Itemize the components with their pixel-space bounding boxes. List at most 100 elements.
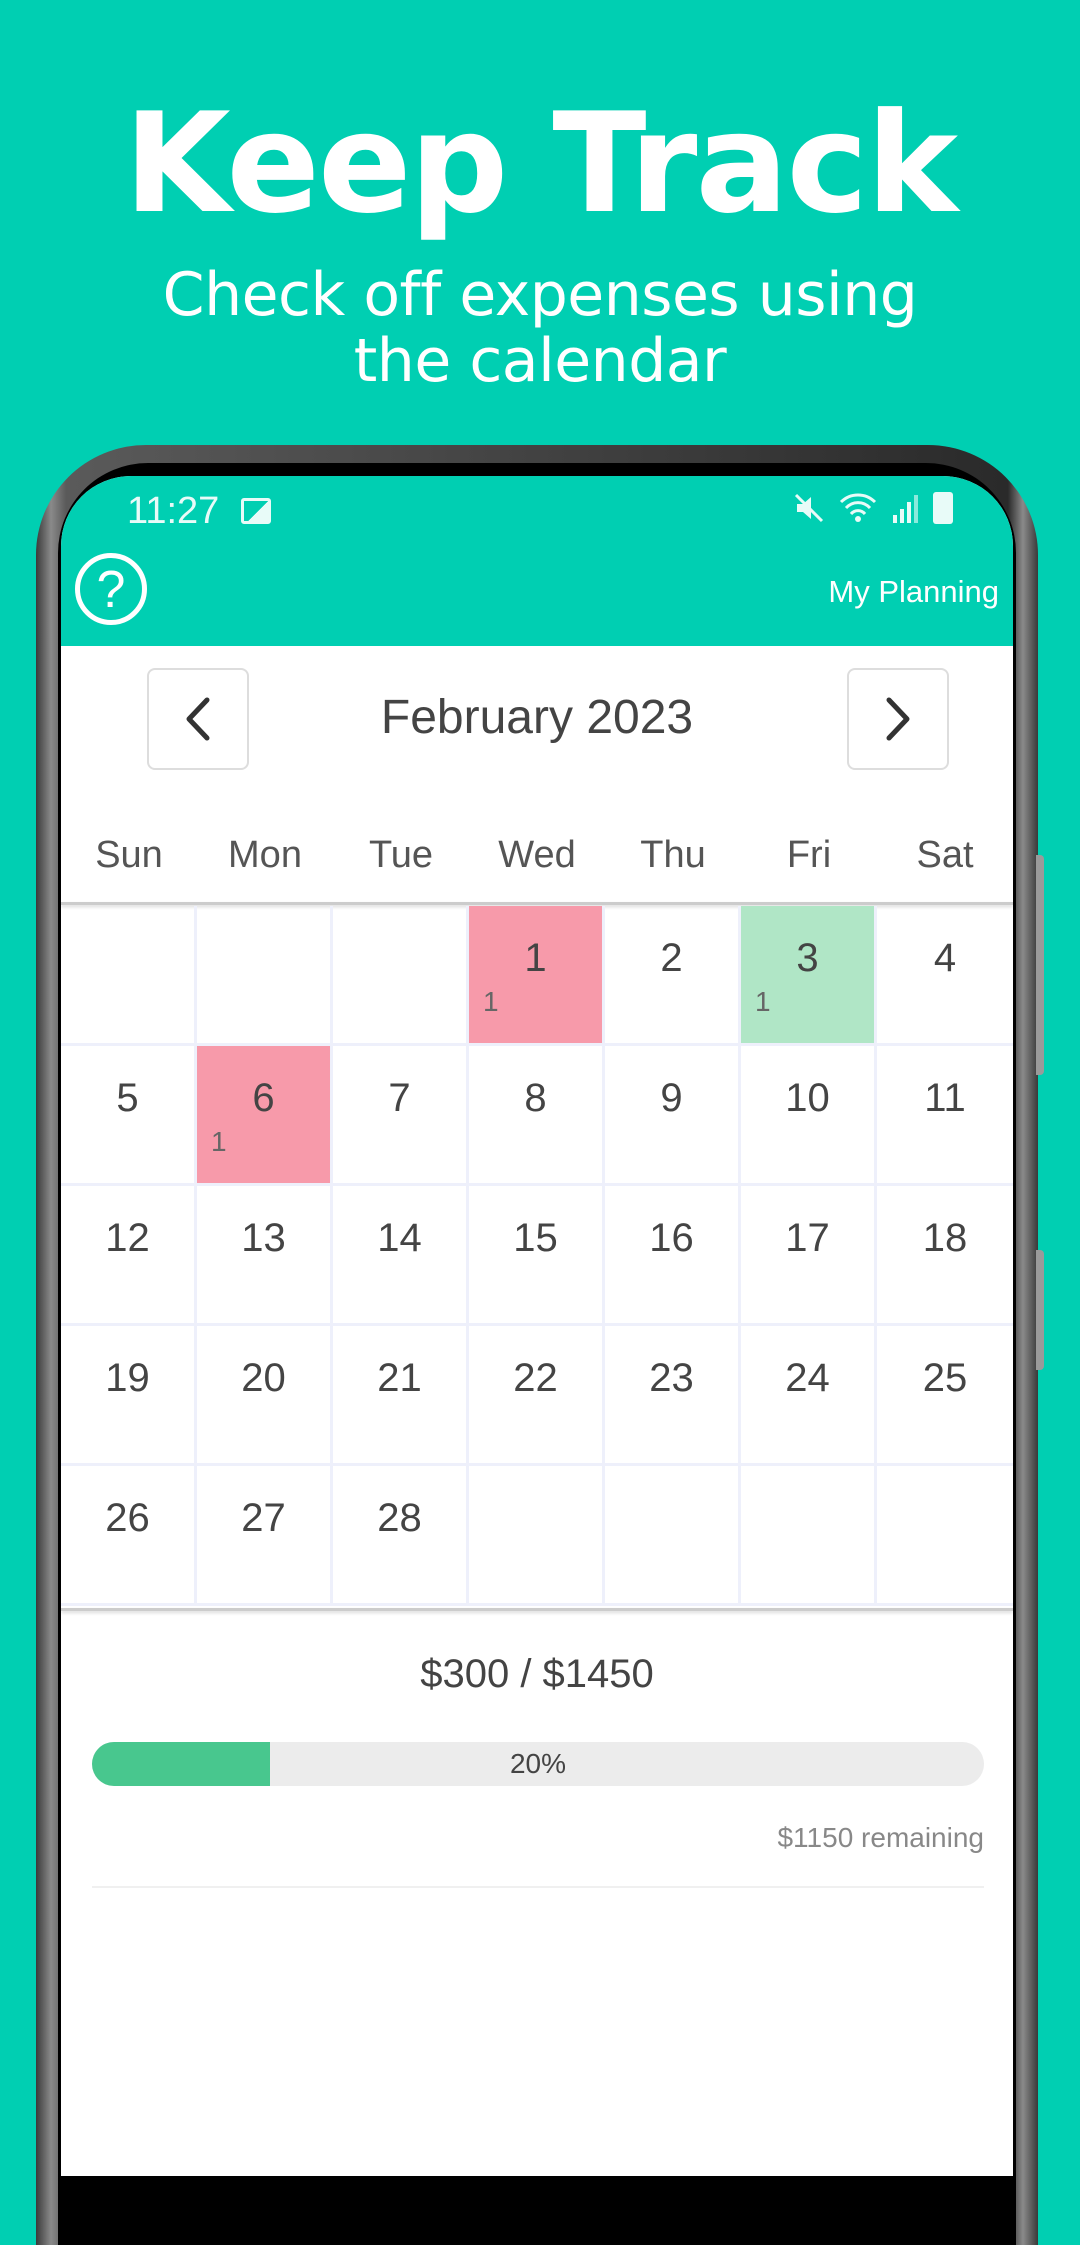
- month-navigation: February 2023: [61, 668, 1013, 774]
- weekday-header: Sun Mon Tue Wed Thu Fri Sat: [61, 834, 1013, 877]
- calendar-day-5[interactable]: 5: [61, 1046, 197, 1186]
- calendar-day-21[interactable]: 21: [333, 1326, 469, 1466]
- promo-subtitle-line1: Check off expenses using: [162, 260, 918, 330]
- calendar-day-8[interactable]: 8: [469, 1046, 605, 1186]
- day-number: 26: [105, 1496, 150, 1540]
- day-number: 27: [241, 1496, 286, 1540]
- day-number: 8: [524, 1076, 547, 1120]
- calendar-day-13[interactable]: 13: [197, 1186, 333, 1326]
- calendar-bottom-border: [61, 1608, 1013, 1611]
- calendar-day-2[interactable]: 2: [605, 906, 741, 1046]
- budget-summary: $300 / $1450: [420, 1652, 654, 1696]
- budget-progress-bar: 20%: [92, 1742, 984, 1786]
- day-number: 3: [796, 936, 819, 980]
- signal-icon: [893, 495, 918, 523]
- calendar-day-20[interactable]: 20: [197, 1326, 333, 1466]
- calendar-empty-cell: [61, 906, 197, 1046]
- day-number: 12: [105, 1216, 150, 1260]
- day-number: 13: [241, 1216, 286, 1260]
- day-number: 25: [922, 1356, 968, 1400]
- day-number: 18: [922, 1216, 968, 1260]
- status-icons: [793, 492, 953, 524]
- status-time: 11:27: [127, 490, 220, 532]
- wifi-icon: [839, 493, 877, 522]
- expense-count: 1: [211, 1126, 227, 1157]
- app-screen: 11:27 ? My Planning February 2023 Sun Mo…: [61, 476, 1013, 2176]
- calendar-day-16[interactable]: 16: [605, 1186, 741, 1326]
- calendar-empty-cell: [469, 1466, 605, 1606]
- remaining-amount: $1150 remaining: [777, 1822, 984, 1853]
- promo-title: Keep Track: [123, 83, 958, 244]
- day-number: 23: [649, 1356, 694, 1400]
- weekday-label: Fri: [786, 834, 832, 876]
- day-number: 28: [377, 1496, 422, 1540]
- calendar-day-7[interactable]: 7: [333, 1046, 469, 1186]
- calendar-day-23[interactable]: 23: [605, 1326, 741, 1466]
- promo-subtitle: Check off expenses using the calendar: [0, 262, 1080, 394]
- divider: [92, 1886, 984, 1888]
- expense-count: 1: [755, 986, 771, 1017]
- calendar-empty-cell: [741, 1466, 877, 1606]
- calendar-day-11[interactable]: 11: [877, 1046, 1013, 1186]
- calendar-day-14[interactable]: 14: [333, 1186, 469, 1326]
- day-number: 10: [785, 1076, 830, 1120]
- weekday-label: Sat: [916, 834, 974, 876]
- mute-icon: [794, 493, 824, 523]
- my-planning-link[interactable]: My Planning: [828, 574, 999, 610]
- expense-count: 1: [483, 986, 499, 1017]
- calendar-day-10[interactable]: 10: [741, 1046, 877, 1186]
- calendar-day-6[interactable]: 61: [197, 1046, 333, 1186]
- calendar-empty-cell: [877, 1466, 1013, 1606]
- calendar-day-22[interactable]: 22: [469, 1326, 605, 1466]
- weekday-label: Mon: [228, 834, 302, 876]
- day-number: 6: [252, 1076, 275, 1120]
- image-icon: [241, 498, 271, 524]
- app-bar: 11:27 ? My Planning: [61, 476, 1013, 646]
- weekday-label: Thu: [640, 834, 706, 876]
- weekday-label: Wed: [498, 834, 576, 876]
- day-number: 9: [660, 1076, 683, 1120]
- day-number: 21: [377, 1356, 422, 1400]
- calendar-empty-cell: [333, 906, 469, 1046]
- day-number: 22: [513, 1356, 558, 1400]
- day-number: 16: [649, 1216, 694, 1260]
- day-number: 19: [105, 1356, 150, 1400]
- calendar-empty-cell: [197, 906, 333, 1046]
- day-number: 2: [660, 936, 683, 980]
- day-number: 7: [388, 1076, 411, 1120]
- calendar-day-25[interactable]: 25: [877, 1326, 1013, 1466]
- calendar-day-18[interactable]: 18: [877, 1186, 1013, 1326]
- next-month-button[interactable]: [847, 668, 949, 770]
- calendar-day-3[interactable]: 31: [741, 906, 877, 1046]
- calendar-day-12[interactable]: 12: [61, 1186, 197, 1326]
- calendar-empty-cell: [605, 1466, 741, 1606]
- help-icon[interactable]: ?: [75, 553, 147, 625]
- day-number: 5: [116, 1076, 139, 1120]
- calendar-day-27[interactable]: 27: [197, 1466, 333, 1606]
- day-number: 4: [933, 936, 957, 980]
- calendar-day-26[interactable]: 26: [61, 1466, 197, 1606]
- calendar-day-17[interactable]: 17: [741, 1186, 877, 1326]
- day-number: 24: [785, 1356, 830, 1400]
- calendar-day-9[interactable]: 9: [605, 1046, 741, 1186]
- calendar-day-1[interactable]: 11: [469, 906, 605, 1046]
- day-number: 17: [785, 1216, 830, 1260]
- promo-subtitle-line2: the calendar: [353, 326, 727, 396]
- calendar-day-4[interactable]: 4: [877, 906, 1013, 1046]
- weekday-label: Sun: [95, 834, 163, 876]
- day-number: 14: [377, 1216, 422, 1260]
- day-number: 1: [524, 936, 547, 980]
- calendar-grid: 1 1 2 3 1 4 5 6 1 7 8 9 10 11 12 13 14 15 16 17 18 19 20 21 22 23…: [61, 906, 1013, 1606]
- calendar-day-15[interactable]: 15: [469, 1186, 605, 1326]
- calendar-day-19[interactable]: 19: [61, 1326, 197, 1466]
- day-number: 15: [513, 1216, 558, 1260]
- calendar-day-28[interactable]: 28: [333, 1466, 469, 1606]
- chevron-right-icon: [886, 697, 910, 741]
- progress-label: 20%: [509, 1748, 567, 1779]
- calendar-day-24[interactable]: 24: [741, 1326, 877, 1466]
- battery-icon: [933, 492, 953, 524]
- volume-button: [1036, 855, 1044, 1075]
- calendar-top-border: [61, 902, 1013, 905]
- day-number: 11: [924, 1076, 966, 1120]
- power-button: [1036, 1250, 1044, 1370]
